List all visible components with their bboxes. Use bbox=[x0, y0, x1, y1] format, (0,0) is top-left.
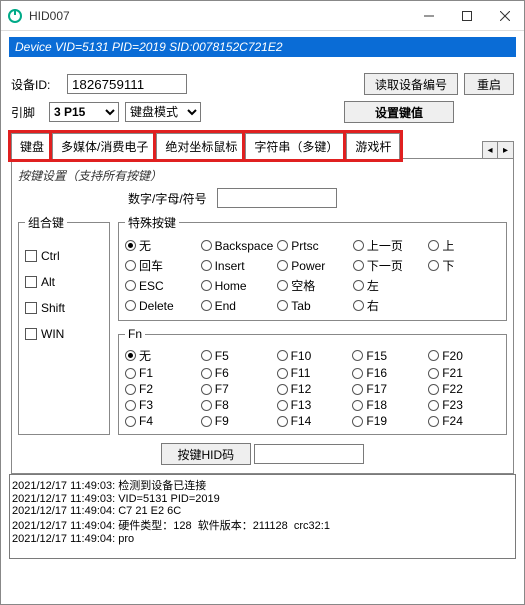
radio-right[interactable]: 右 bbox=[353, 297, 425, 314]
group-special-keys: 特殊按键 无 Backspace Prtsc 上一页 上 回车 Insert P… bbox=[118, 214, 507, 321]
radio-f21[interactable]: F21 bbox=[428, 366, 500, 380]
radio-f24[interactable]: F24 bbox=[428, 414, 500, 428]
radio-f23[interactable]: F23 bbox=[428, 398, 500, 412]
tab-joystick[interactable]: 游戏杆 bbox=[346, 133, 400, 159]
radio-f12[interactable]: F12 bbox=[277, 382, 349, 396]
log-output[interactable] bbox=[9, 474, 516, 559]
group-special-legend: 特殊按键 bbox=[125, 214, 179, 231]
char-input[interactable] bbox=[217, 188, 337, 208]
group-modifiers: 组合键 Ctrl Alt Shift WIN bbox=[18, 214, 110, 435]
title-bar: HID007 bbox=[1, 1, 524, 31]
radio-f13[interactable]: F13 bbox=[277, 398, 349, 412]
radio-f1[interactable]: F1 bbox=[125, 366, 197, 380]
radio-up[interactable]: 上 bbox=[428, 237, 500, 254]
radio-f8[interactable]: F8 bbox=[201, 398, 273, 412]
checkbox-alt[interactable] bbox=[25, 276, 37, 288]
tab-string[interactable]: 字符串（多键） bbox=[245, 133, 347, 159]
radio-pgdn[interactable]: 下一页 bbox=[353, 257, 425, 274]
radio-f5[interactable]: F5 bbox=[201, 347, 273, 364]
radio-f14[interactable]: F14 bbox=[277, 414, 349, 428]
pin-combo[interactable]: 3 P15 bbox=[49, 102, 119, 122]
radio-down[interactable]: 下 bbox=[428, 257, 500, 274]
radio-pgup[interactable]: 上一页 bbox=[353, 237, 425, 254]
label-alt: Alt bbox=[41, 275, 55, 289]
radio-f17[interactable]: F17 bbox=[352, 382, 424, 396]
radio-f3[interactable]: F3 bbox=[125, 398, 197, 412]
radio-f16[interactable]: F16 bbox=[352, 366, 424, 380]
minimize-button[interactable] bbox=[410, 1, 448, 31]
window-title: HID007 bbox=[29, 9, 410, 23]
group-fn-legend: Fn bbox=[125, 327, 145, 341]
checkbox-shift[interactable] bbox=[25, 302, 37, 314]
key-hid-button[interactable]: 按键HID码 bbox=[161, 443, 251, 465]
restart-button[interactable]: 重启 bbox=[464, 73, 514, 95]
device-id-label: 设备ID: bbox=[11, 76, 61, 93]
radio-f9[interactable]: F9 bbox=[201, 414, 273, 428]
radio-insert[interactable]: Insert bbox=[201, 257, 274, 274]
tabs-bar: 键盘 多媒体/消费电子 绝对坐标鼠标 字符串（多键） 游戏杆 ◂ ▸ bbox=[11, 133, 514, 159]
pin-label: 引脚 bbox=[11, 104, 43, 121]
read-device-id-button[interactable]: 读取设备编号 bbox=[364, 73, 458, 95]
radio-prtsc[interactable]: Prtsc bbox=[277, 237, 349, 254]
panel-note: 按键设置（支持所有按键） bbox=[18, 167, 507, 184]
char-input-label: 数字/字母/符号 bbox=[128, 190, 207, 207]
tabs-scroll-right[interactable]: ▸ bbox=[498, 141, 514, 159]
radio-backspace[interactable]: Backspace bbox=[201, 237, 274, 254]
radio-none[interactable]: 无 bbox=[125, 237, 197, 254]
radio-end[interactable]: End bbox=[201, 297, 274, 314]
radio-home[interactable]: Home bbox=[201, 277, 274, 294]
radio-power[interactable]: Power bbox=[277, 257, 349, 274]
tab-abs-mouse[interactable]: 绝对坐标鼠标 bbox=[156, 133, 246, 159]
radio-left[interactable]: 左 bbox=[353, 277, 425, 294]
checkbox-ctrl[interactable] bbox=[25, 250, 37, 262]
radio-esc[interactable]: ESC bbox=[125, 277, 197, 294]
tabs-scroll-left[interactable]: ◂ bbox=[482, 141, 498, 159]
app-icon bbox=[7, 8, 23, 24]
radio-enter[interactable]: 回车 bbox=[125, 257, 197, 274]
device-info-banner: Device VID=5131 PID=2019 SID:0078152C721… bbox=[9, 37, 516, 57]
radio-f2[interactable]: F2 bbox=[125, 382, 197, 396]
radio-f20[interactable]: F20 bbox=[428, 347, 500, 364]
group-modifiers-legend: 组合键 bbox=[25, 214, 67, 231]
maximize-button[interactable] bbox=[448, 1, 486, 31]
radio-f15[interactable]: F15 bbox=[352, 347, 424, 364]
radio-tab[interactable]: Tab bbox=[277, 297, 349, 314]
radio-delete[interactable]: Delete bbox=[125, 297, 197, 314]
set-key-value-button[interactable]: 设置键值 bbox=[344, 101, 454, 123]
key-hid-input[interactable] bbox=[254, 444, 364, 464]
radio-f19[interactable]: F19 bbox=[352, 414, 424, 428]
close-button[interactable] bbox=[486, 1, 524, 31]
radio-fn-none[interactable]: 无 bbox=[125, 347, 197, 364]
radio-f22[interactable]: F22 bbox=[428, 382, 500, 396]
tab-multimedia[interactable]: 多媒体/消费电子 bbox=[52, 133, 157, 159]
checkbox-win[interactable] bbox=[25, 328, 37, 340]
radio-f4[interactable]: F4 bbox=[125, 414, 197, 428]
tab-panel-keyboard: 按键设置（支持所有按键） 数字/字母/符号 组合键 Ctrl Alt Shift… bbox=[11, 158, 514, 474]
group-fn-keys: Fn 无 F5 F10 F15 F20 F1 F6 F11 F16 F21 F2… bbox=[118, 327, 507, 435]
keyboard-mode-combo[interactable]: 键盘模式 bbox=[125, 102, 201, 122]
label-ctrl: Ctrl bbox=[41, 249, 60, 263]
radio-f11[interactable]: F11 bbox=[277, 366, 349, 380]
radio-f7[interactable]: F7 bbox=[201, 382, 273, 396]
radio-f18[interactable]: F18 bbox=[352, 398, 424, 412]
label-win: WIN bbox=[41, 327, 64, 341]
radio-f6[interactable]: F6 bbox=[201, 366, 273, 380]
radio-space[interactable]: 空格 bbox=[277, 277, 349, 294]
device-id-input[interactable] bbox=[67, 74, 187, 94]
tab-keyboard[interactable]: 键盘 bbox=[11, 133, 53, 159]
label-shift: Shift bbox=[41, 301, 65, 315]
radio-f10[interactable]: F10 bbox=[277, 347, 349, 364]
